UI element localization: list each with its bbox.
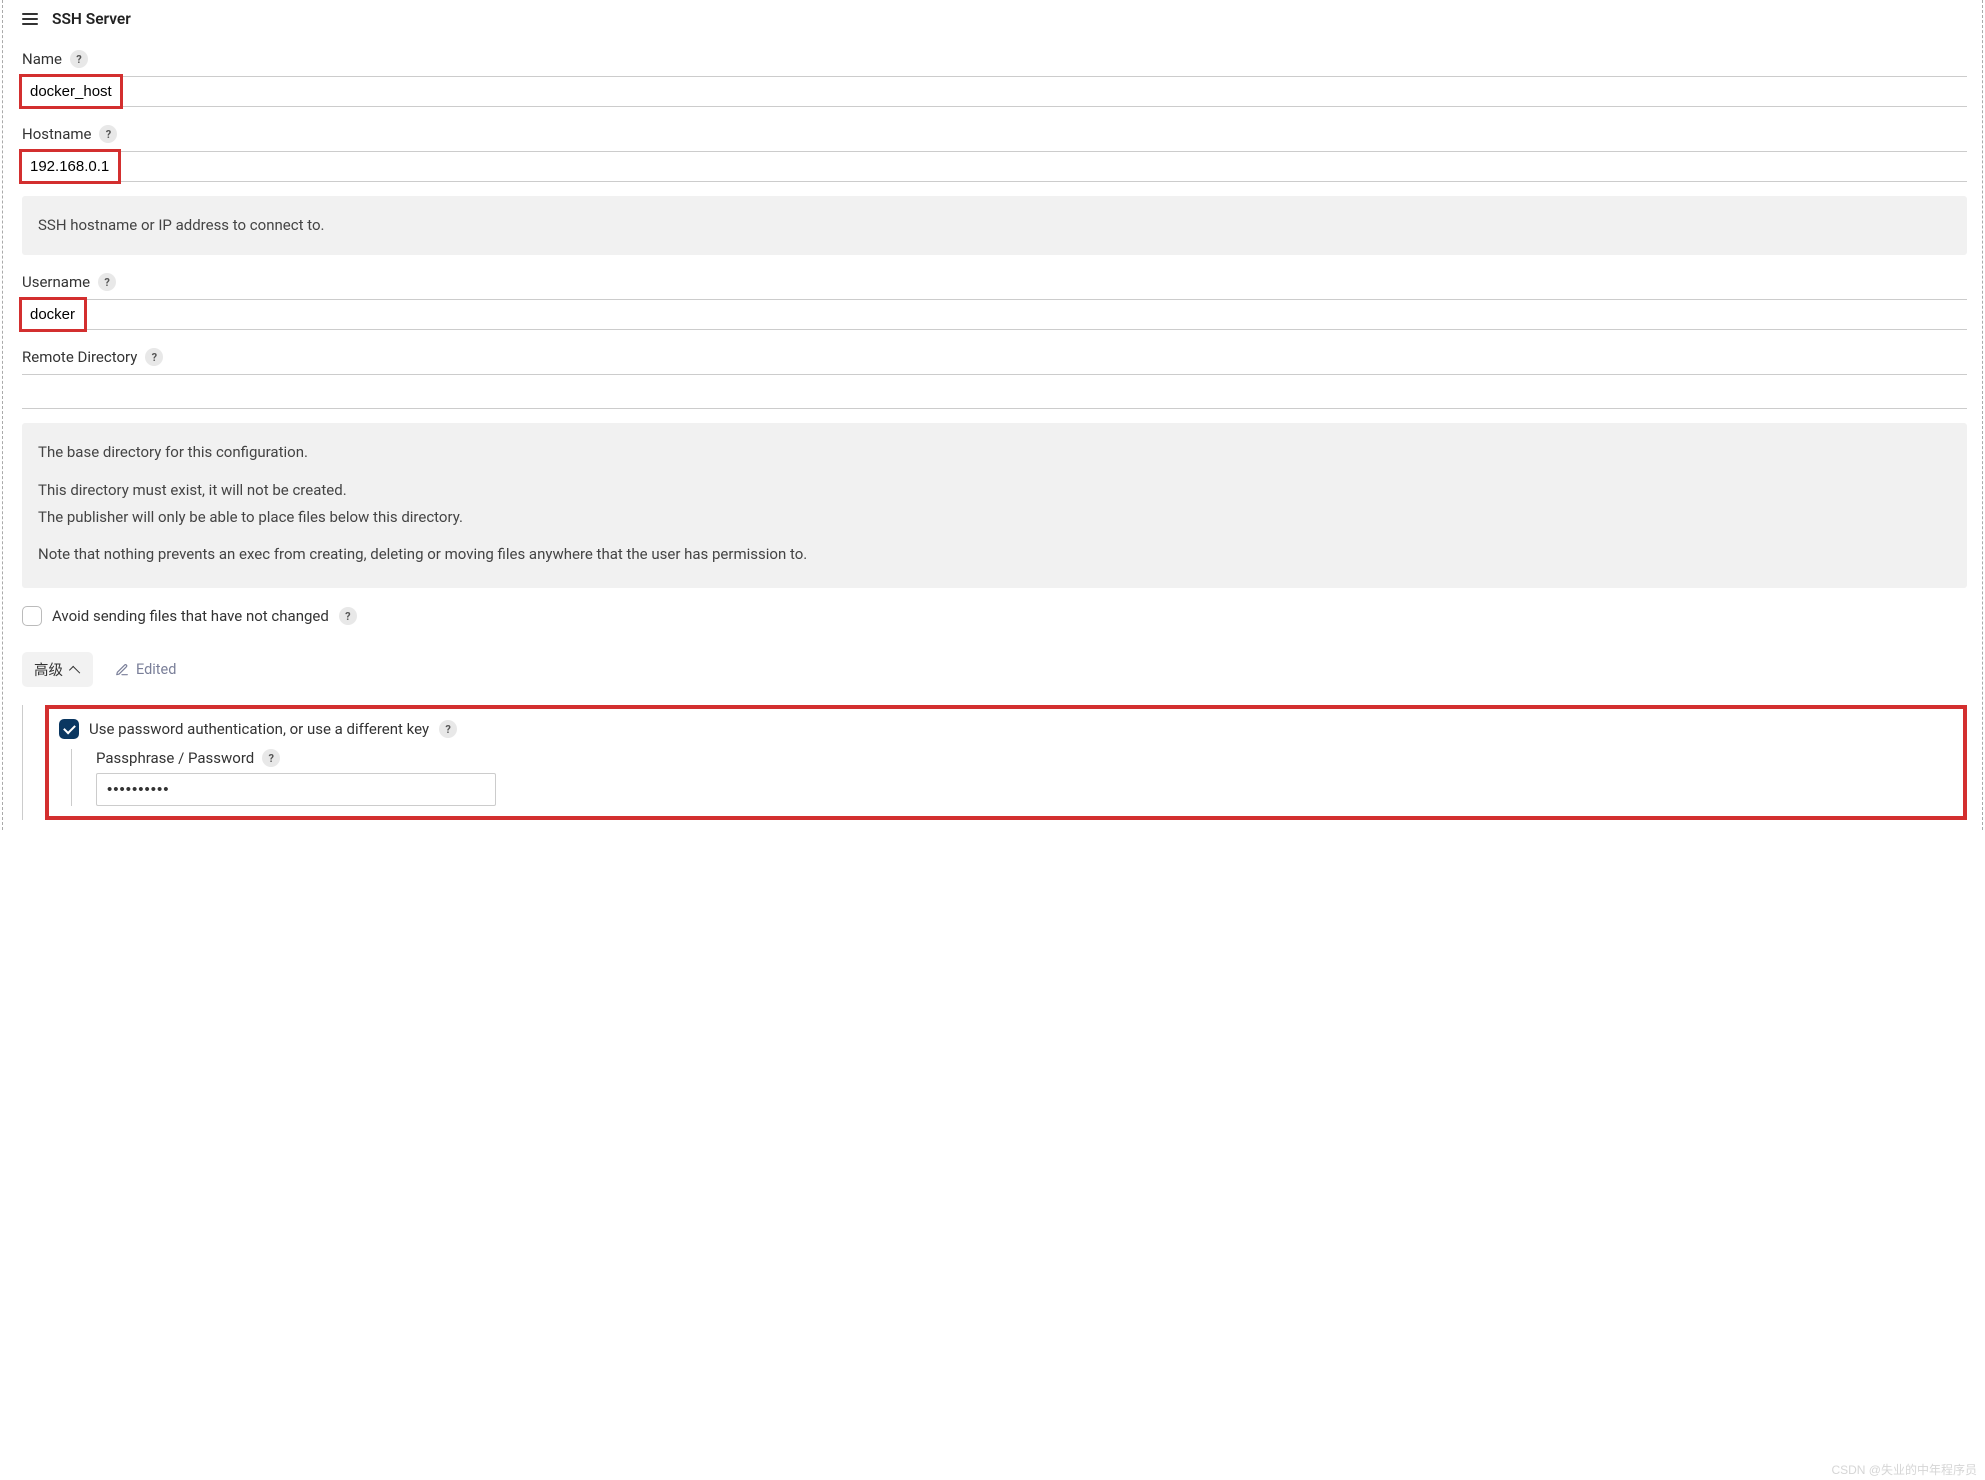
name-label: Name: [22, 50, 62, 68]
field-passphrase: Passphrase / Password ?: [71, 749, 1949, 806]
passphrase-input[interactable]: [96, 773, 496, 806]
help-icon[interactable]: ?: [99, 125, 117, 143]
field-use-password-auth: Use password authentication, or use a di…: [59, 719, 1949, 739]
remote-dir-input[interactable]: [22, 374, 1967, 409]
field-avoid-unchanged: Avoid sending files that have not change…: [18, 606, 1967, 626]
field-name: Name ?: [18, 50, 1967, 107]
watermark: CSDN @失业的中年程序员: [1831, 1461, 1977, 1478]
auth-highlight: Use password authentication, or use a di…: [45, 705, 1967, 820]
remote-dir-help-line: This directory must exist, it will not b…: [38, 479, 1951, 502]
edited-indicator: Edited: [115, 661, 176, 678]
name-input[interactable]: [22, 77, 120, 106]
help-icon[interactable]: ?: [262, 749, 280, 767]
help-icon[interactable]: ?: [145, 348, 163, 366]
username-label: Username: [22, 273, 90, 291]
passphrase-label: Passphrase / Password: [96, 749, 254, 767]
advanced-section: Use password authentication, or use a di…: [22, 705, 1967, 820]
section-header: SSH Server: [18, 10, 1967, 28]
remote-dir-help-line: Note that nothing prevents an exec from …: [38, 543, 1951, 566]
name-highlight: [19, 74, 123, 109]
remote-dir-help: The base directory for this configuratio…: [22, 423, 1967, 588]
hostname-help: SSH hostname or IP address to connect to…: [22, 196, 1967, 255]
hostname-help-text: SSH hostname or IP address to connect to…: [38, 216, 325, 234]
field-hostname: Hostname ? SSH hostname or IP address to…: [18, 125, 1967, 255]
help-icon[interactable]: ?: [339, 607, 357, 625]
username-highlight: [19, 297, 87, 332]
hostname-highlight: [19, 149, 121, 184]
advanced-toggle-label: 高级: [34, 659, 63, 680]
section-title: SSH Server: [52, 10, 131, 28]
help-icon[interactable]: ?: [439, 720, 457, 738]
remote-dir-help-line: The base directory for this configuratio…: [38, 441, 1951, 464]
menu-icon[interactable]: [22, 13, 38, 25]
field-remote-directory: Remote Directory ? The base directory fo…: [18, 348, 1967, 588]
use-password-label: Use password authentication, or use a di…: [89, 720, 429, 738]
advanced-toggle-row: 高级 Edited: [18, 652, 1967, 687]
username-input[interactable]: [22, 300, 84, 329]
remote-dir-help-line: The publisher will only be able to place…: [38, 506, 1951, 529]
use-password-checkbox[interactable]: [59, 719, 79, 739]
avoid-unchanged-label: Avoid sending files that have not change…: [52, 607, 329, 625]
hostname-input[interactable]: [22, 152, 118, 181]
help-icon[interactable]: ?: [98, 273, 116, 291]
pencil-icon: [115, 663, 129, 677]
chevron-up-icon: [69, 666, 80, 677]
edited-label: Edited: [136, 661, 176, 678]
help-icon[interactable]: ?: [70, 50, 88, 68]
field-username: Username ?: [18, 273, 1967, 330]
hostname-label: Hostname: [22, 125, 91, 143]
avoid-unchanged-checkbox[interactable]: [22, 606, 42, 626]
remote-dir-label: Remote Directory: [22, 348, 137, 366]
advanced-toggle-button[interactable]: 高级: [22, 652, 93, 687]
